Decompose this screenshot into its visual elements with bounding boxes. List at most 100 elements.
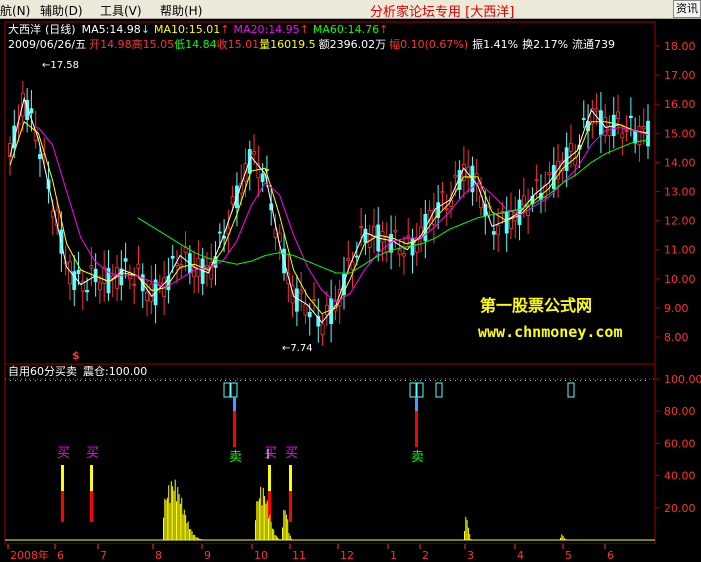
candle-body: [509, 211, 513, 229]
indicator-bar: [271, 528, 273, 540]
candle-body: [363, 228, 368, 243]
buy-bar-lower: [289, 491, 292, 522]
dollar-marker: $: [72, 349, 80, 362]
candle-body: [616, 111, 620, 119]
indicator-bar: [562, 535, 564, 540]
candle-body: [76, 269, 81, 274]
signal-dot: [405, 380, 406, 381]
indicator-bar: [266, 500, 268, 540]
signal-dot: [565, 380, 566, 381]
signal-dot: [50, 380, 51, 381]
candle-body: [534, 179, 539, 182]
ma10-label: MA10:15.01: [154, 23, 220, 36]
indicator-bar: [256, 501, 258, 540]
signal-dot: [390, 380, 391, 381]
candle-body: [132, 283, 137, 286]
candle-body: [474, 173, 479, 184]
signal-dot: [535, 380, 536, 381]
candle-body: [633, 130, 638, 144]
signal-dot: [205, 380, 206, 381]
chart-background: [0, 19, 701, 562]
quote-date: 2009/06/26/五: [8, 38, 86, 51]
ma20-arrow-icon: ↑: [300, 23, 309, 36]
indicator-bar: [284, 510, 286, 540]
candle-body: [252, 151, 256, 155]
signal-dot: [495, 380, 496, 381]
indicator-bar: [174, 479, 176, 540]
signal-dot: [645, 380, 646, 381]
signal-dot: [225, 380, 226, 381]
menu-item-tools[interactable]: 工具(V): [100, 2, 142, 19]
signal-dot: [105, 380, 106, 381]
signal-dot: [155, 380, 156, 381]
candle-body: [402, 253, 406, 257]
signal-dot: [190, 380, 191, 381]
indicator-bar: [176, 501, 177, 540]
signal-dot: [55, 380, 56, 381]
signal-dot: [200, 380, 201, 381]
candle-body: [521, 195, 526, 206]
signal-dot: [605, 380, 606, 381]
time-tick-label: 7: [100, 549, 107, 562]
candle-body: [136, 263, 141, 269]
indicator-bar: [189, 529, 190, 540]
quote-open: 开14.98: [89, 38, 132, 51]
candle-body: [170, 255, 175, 259]
ma60-arrow-icon: ↑: [379, 23, 388, 36]
signal-dot: [30, 380, 31, 381]
signal-dot: [610, 380, 611, 381]
signal-dot: [580, 380, 581, 381]
ma5-label: MA5:14.98: [82, 23, 141, 36]
price-tick-label: 15.00: [664, 127, 696, 140]
menu-item-help[interactable]: 帮助(H): [160, 2, 202, 19]
price-high-annotation: ←17.58: [42, 60, 79, 71]
candle-body: [406, 235, 411, 238]
signal-dot: [125, 380, 126, 381]
signal-dot: [415, 380, 416, 381]
candle-body: [196, 258, 201, 277]
signal-dot: [320, 380, 321, 381]
chart-canvas[interactable]: 大西洋 (日线) MA5:14.98↓ MA10:15.01↑ MA20:14.95↑ M…: [0, 19, 701, 562]
signal-dot: [255, 380, 256, 381]
indicator-bar: [289, 535, 291, 540]
info-button[interactable]: 资讯: [673, 0, 701, 18]
quote-high: 高15.05: [132, 37, 175, 51]
signal-dot: [385, 380, 386, 381]
time-tick-label: 2008年: [10, 548, 49, 562]
signal-dot: [75, 380, 76, 381]
candle-body: [350, 261, 355, 270]
indicator-tick-label: 60.00: [664, 437, 696, 450]
signal-dot: [570, 380, 571, 381]
quote-change: 幅0.10(0.67%): [389, 38, 468, 51]
menu-item-nav[interactable]: 航(N): [0, 2, 30, 19]
price-high-arrow-icon: ←: [42, 60, 50, 71]
signal-dot: [195, 380, 196, 381]
buy-bar-lower: [90, 491, 93, 522]
candle-body: [312, 299, 316, 302]
indicator-bar: [191, 531, 193, 540]
signal-dot: [520, 380, 521, 381]
signal-dot: [445, 380, 446, 381]
time-tick-label: 6: [607, 549, 614, 562]
indicator-bar: [178, 494, 180, 540]
candle-body: [594, 108, 599, 112]
signal-dot: [395, 380, 396, 381]
signal-dot: [340, 380, 341, 381]
candle-body: [217, 231, 222, 234]
signal-dot: [375, 380, 376, 381]
candle-body: [440, 191, 445, 194]
indicator-bar: [257, 501, 259, 540]
signal-dot: [555, 380, 556, 381]
signal-dot: [345, 380, 346, 381]
signal-dot: [85, 380, 86, 381]
candle-body: [372, 225, 376, 237]
indicator-bar: [190, 529, 192, 540]
signal-dot: [245, 380, 246, 381]
signal-dot: [115, 380, 116, 381]
signal-dot: [280, 380, 281, 381]
signal-dot: [130, 380, 131, 381]
signal-dot: [620, 380, 621, 381]
signal-dot: [625, 380, 626, 381]
stock-chart-window: 航(N) 辅助(D) 工具(V) 帮助(H) 分析家论坛专用 [大西洋] 资讯 …: [0, 0, 701, 562]
menu-item-assist[interactable]: 辅助(D): [40, 2, 83, 19]
